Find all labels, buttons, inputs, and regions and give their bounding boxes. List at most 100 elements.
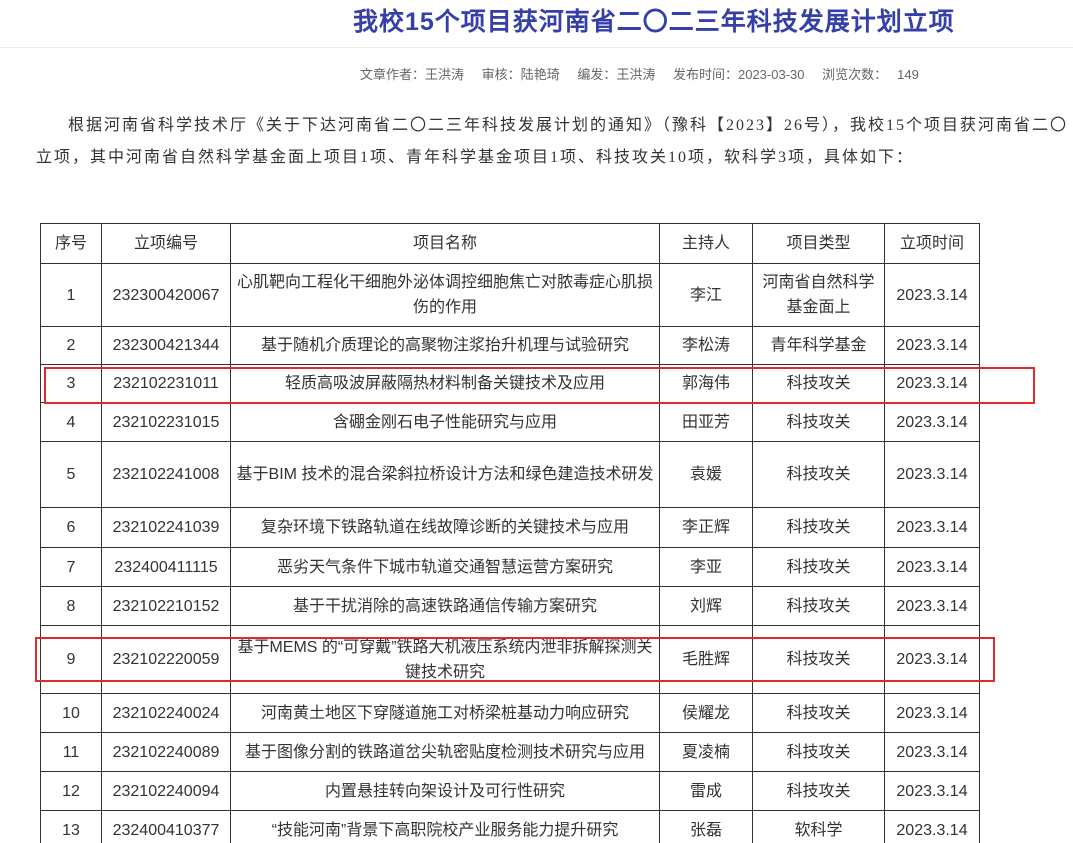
cell-no: 11 bbox=[40, 732, 102, 772]
table-row: 13 232400410377 “技能河南”背景下高职院校产业服务能力提升研究 张磊软… bbox=[40, 810, 980, 843]
header-leader: 主持人 bbox=[659, 223, 753, 264]
meta-published-label: 发布时间： bbox=[672, 67, 738, 82]
title-divider bbox=[0, 47, 1073, 48]
table-row: 6 232102241039 复杂环境下铁路轨道在线故障诊断的关键技术与应用 李正辉科… bbox=[40, 507, 980, 548]
cell-date: 2023.3.14 bbox=[884, 547, 980, 587]
cell-leader: 李亚 bbox=[659, 547, 753, 587]
header-code: 立项编号 bbox=[101, 223, 231, 264]
cell-type: 青年科学基金 bbox=[752, 326, 885, 365]
meta-views: 浏览次数： 149 bbox=[822, 67, 919, 82]
cell-no: 6 bbox=[40, 507, 102, 548]
cell-date: 2023.3.14 bbox=[884, 507, 980, 548]
cell-name: 基于随机介质理论的高聚物注浆抬升机理与试验研究 bbox=[230, 326, 660, 365]
cell-name: “技能河南”背景下高职院校产业服务能力提升研究 bbox=[230, 810, 660, 843]
table-row: 2 232300421344 基于随机介质理论的高聚物注浆抬升机理与试验研究 李松涛青… bbox=[40, 326, 980, 365]
article-paragraph-line-1: 根据河南省科学技术厅《关于下达河南省二〇二三年科技发展计划的通知》（豫科【202… bbox=[68, 117, 1069, 134]
cell-code: 232300421344 bbox=[101, 326, 231, 365]
cell-no: 4 bbox=[40, 402, 102, 442]
cell-code: 232102240024 bbox=[101, 693, 231, 733]
cell-code: 232102240094 bbox=[101, 771, 231, 811]
meta-views-label: 浏览次数： bbox=[822, 67, 888, 82]
project-table: 序号 立项编号 项目名称 主持人 项目类型 立项时间 1 232300420067… bbox=[40, 223, 980, 843]
cell-type: 科技攻关 bbox=[752, 402, 885, 442]
meta-published-value: 2023-03-30 bbox=[737, 67, 805, 82]
highlight-box-row-9 bbox=[35, 637, 995, 682]
table-row: 11 232102240089 基于图像分割的铁路道岔尖轨密贴度检测技术研究与应用夏… bbox=[40, 732, 980, 772]
article-paragraph-line-2: 立项，其中河南省自然科学基金面上项目1项、青年科学基金项目1项、科技攻关10项，… bbox=[36, 149, 915, 166]
cell-date: 2023.3.14 bbox=[884, 402, 980, 442]
cell-leader: 李松涛 bbox=[659, 326, 753, 365]
cell-type: 科技攻关 bbox=[752, 693, 885, 733]
cell-code: 232102210152 bbox=[101, 586, 231, 626]
cell-code: 232400411115 bbox=[101, 547, 231, 587]
cell-leader: 李江 bbox=[659, 263, 753, 327]
cell-no: 5 bbox=[40, 441, 102, 508]
cell-leader: 田亚芳 bbox=[659, 402, 753, 442]
cell-name: 含硼金刚石电子性能研究与应用 bbox=[230, 402, 660, 442]
cell-code: 232102240089 bbox=[101, 732, 231, 772]
table-row: 1 232300420067 心肌靶向工程化干细胞外泌体调控细胞焦亡对脓毒症心肌损伤… bbox=[40, 263, 980, 327]
cell-leader: 雷成 bbox=[659, 771, 753, 811]
cell-name: 心肌靶向工程化干细胞外泌体调控细胞焦亡对脓毒症心肌损伤的作用 bbox=[230, 263, 660, 327]
cell-code: 232300420067 bbox=[101, 263, 231, 327]
meta-author-label: 文章作者： bbox=[360, 67, 426, 82]
cell-leader: 张磊 bbox=[659, 810, 753, 843]
meta-published: 发布时间：2023-03-30 bbox=[673, 67, 805, 82]
table-row: 4 232102231015 含硼金刚石电子性能研究与应用 田亚芳 科技攻关 2023.3… bbox=[40, 402, 980, 442]
meta-views-value: 149 bbox=[897, 67, 919, 82]
table-row: 10 232102240024 河南黄土地区下穿隧道施工对桥梁桩基动力响应研究 侯耀龙… bbox=[40, 693, 980, 733]
meta-reviewer-label: 审核： bbox=[481, 67, 521, 82]
cell-leader: 李正辉 bbox=[659, 507, 753, 548]
cell-no: 10 bbox=[40, 693, 102, 733]
cell-type: 科技攻关 bbox=[752, 586, 885, 626]
table-row: 7 232400411115 恶劣天气条件下城市轨道交通智慧运营方案研究 李亚 科技攻关… bbox=[40, 547, 980, 587]
cell-type: 科技攻关 bbox=[752, 507, 885, 548]
cell-name: 基于干扰消除的高速铁路通信传输方案研究 bbox=[230, 586, 660, 626]
cell-no: 2 bbox=[40, 326, 102, 365]
cell-type: 科技攻关 bbox=[752, 547, 885, 587]
cell-date: 2023.3.14 bbox=[884, 263, 980, 327]
cell-no: 12 bbox=[40, 771, 102, 811]
page-title: 我校15个项目获河南省二〇二三年科技发展计划立项 bbox=[353, 8, 955, 36]
cell-date: 2023.3.14 bbox=[884, 441, 980, 508]
meta-author-value: 王洪涛 bbox=[425, 67, 465, 82]
project-table-container: 序号 立项编号 项目名称 主持人 项目类型 立项时间 1 232300420067… bbox=[40, 223, 980, 843]
cell-name: 复杂环境下铁路轨道在线故障诊断的关键技术与应用 bbox=[230, 507, 660, 548]
header-no: 序号 bbox=[40, 223, 102, 264]
cell-date: 2023.3.14 bbox=[884, 326, 980, 365]
cell-type: 科技攻关 bbox=[752, 441, 885, 508]
table-header-row: 序号 立项编号 项目名称 主持人 项目类型 立项时间 bbox=[40, 223, 980, 264]
cell-code: 232102241008 bbox=[101, 441, 231, 508]
meta-editor-value: 王洪涛 bbox=[616, 67, 656, 82]
table-row: 12 232102240094 内置悬挂转向架设计及可行性研究 雷成 科技攻关 2023.… bbox=[40, 771, 980, 811]
cell-name: 内置悬挂转向架设计及可行性研究 bbox=[230, 771, 660, 811]
cell-date: 2023.3.14 bbox=[884, 732, 980, 772]
cell-name: 基于BIM 技术的混合梁斜拉桥设计方法和绿色建造技术研发 bbox=[230, 441, 660, 508]
cell-date: 2023.3.14 bbox=[884, 693, 980, 733]
cell-code: 232102231015 bbox=[101, 402, 231, 442]
cell-code: 232102241039 bbox=[101, 507, 231, 548]
cell-code: 232400410377 bbox=[101, 810, 231, 843]
highlight-box-row-3 bbox=[44, 367, 1035, 404]
cell-date: 2023.3.14 bbox=[884, 810, 980, 843]
cell-name: 基于图像分割的铁路道岔尖轨密贴度检测技术研究与应用 bbox=[230, 732, 660, 772]
cell-leader: 夏凌楠 bbox=[659, 732, 753, 772]
cell-no: 8 bbox=[40, 586, 102, 626]
cell-date: 2023.3.14 bbox=[884, 771, 980, 811]
cell-no: 13 bbox=[40, 810, 102, 843]
cell-date: 2023.3.14 bbox=[884, 586, 980, 626]
cell-name: 河南黄土地区下穿隧道施工对桥梁桩基动力响应研究 bbox=[230, 693, 660, 733]
header-name: 项目名称 bbox=[230, 223, 660, 264]
header-type: 项目类型 bbox=[752, 223, 885, 264]
table-body: 1 232300420067 心肌靶向工程化干细胞外泌体调控细胞焦亡对脓毒症心肌损伤… bbox=[40, 263, 980, 843]
header-date: 立项时间 bbox=[884, 223, 980, 264]
meta-editor: 编发：王洪涛 bbox=[577, 67, 655, 82]
meta-reviewer: 审核：陆艳琦 bbox=[482, 67, 560, 82]
meta-author: 文章作者：王洪涛 bbox=[360, 67, 464, 82]
meta-editor-label: 编发： bbox=[577, 67, 617, 82]
cell-leader: 袁媛 bbox=[659, 441, 753, 508]
cell-type: 软科学 bbox=[752, 810, 885, 843]
cell-leader: 刘辉 bbox=[659, 586, 753, 626]
table-row: 8 232102210152 基于干扰消除的高速铁路通信传输方案研究 刘辉 科技攻关 20… bbox=[40, 586, 980, 626]
cell-name: 恶劣天气条件下城市轨道交通智慧运营方案研究 bbox=[230, 547, 660, 587]
